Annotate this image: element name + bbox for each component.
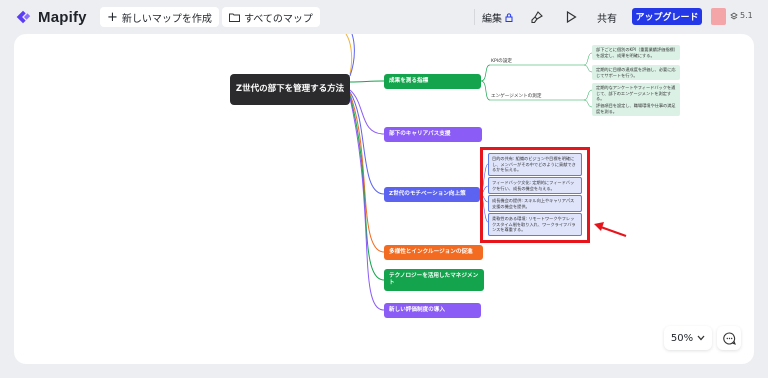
leaf-node[interactable]: 評価項目を設定し、職場環境や仕事の満足度を測る。	[592, 101, 680, 117]
branch-node-technology[interactable]: テクノロジーを活用したマネジメント	[384, 269, 484, 291]
all-maps-button[interactable]: すべてのマップ	[222, 7, 320, 27]
folder-icon	[229, 13, 240, 22]
upgrade-button[interactable]: アップグレード	[632, 8, 702, 25]
branch-node-career[interactable]: 部下のキャリアパス支援	[384, 127, 482, 142]
share-button[interactable]: 共有	[597, 7, 617, 27]
mapify-logo-icon	[16, 10, 31, 24]
leaf-node[interactable]: 部下ごとに個別のKPI（重要業績評価指標）を設定し、成果を明確にする。	[592, 45, 680, 61]
root-node[interactable]: Z世代の部下を管理する方法	[230, 74, 350, 105]
plus-icon: +	[107, 9, 118, 25]
share-label: 共有	[597, 13, 617, 25]
toolbar-divider	[474, 9, 475, 25]
sub-node-kpi[interactable]: KPIの設定	[491, 59, 512, 65]
branch-node-diversity[interactable]: 多様性とインクルージョンの促進	[384, 245, 483, 260]
chat-icon	[722, 331, 736, 345]
highlight-box	[480, 147, 590, 243]
present-button[interactable]	[566, 7, 577, 27]
leaf-node[interactable]: 定期的に目標の達成度を評価し、必要に応じてサポートを行う。	[592, 65, 680, 81]
play-icon	[566, 11, 577, 23]
branch-node-evaluation[interactable]: 新しい評価制度の導入	[384, 303, 481, 318]
red-arrow-icon	[594, 222, 627, 238]
layers-icon	[730, 12, 738, 19]
format-button[interactable]	[530, 7, 543, 27]
branch-node-motivation[interactable]: Z世代のモチベーション向上策	[384, 187, 480, 202]
app-logo[interactable]: Mapify	[14, 8, 87, 26]
all-maps-label: すべてのマップ	[244, 13, 313, 25]
new-map-button[interactable]: + 新しいマップを作成	[100, 7, 219, 27]
version-badge[interactable]: 5.1	[730, 11, 753, 20]
sub-node-engagement[interactable]: エンゲージメントの測定	[491, 94, 541, 100]
edit-label: 編集	[482, 13, 502, 25]
chat-button[interactable]	[717, 326, 741, 350]
chevron-down-icon	[697, 335, 705, 341]
avatar[interactable]	[711, 8, 726, 25]
top-bar: Mapify + 新しいマップを作成 すべてのマップ 編集 共有 アップグレード	[0, 0, 768, 34]
mindmap-canvas[interactable]: Z世代の部下を管理する方法 成果を測る指標 KPIの設定 エンゲージメントの測定…	[14, 34, 754, 364]
edit-button[interactable]: 編集	[482, 7, 513, 27]
app-name: Mapify	[38, 8, 87, 26]
zoom-level: 50%	[670, 332, 694, 344]
new-map-label: 新しいマップを作成	[121, 13, 212, 25]
brush-icon	[531, 10, 543, 23]
zoom-control[interactable]: 50%	[664, 326, 712, 350]
branch-node-metrics[interactable]: 成果を測る指標	[384, 74, 481, 89]
lock-icon	[505, 12, 513, 22]
version-text: 5.1	[740, 11, 753, 20]
